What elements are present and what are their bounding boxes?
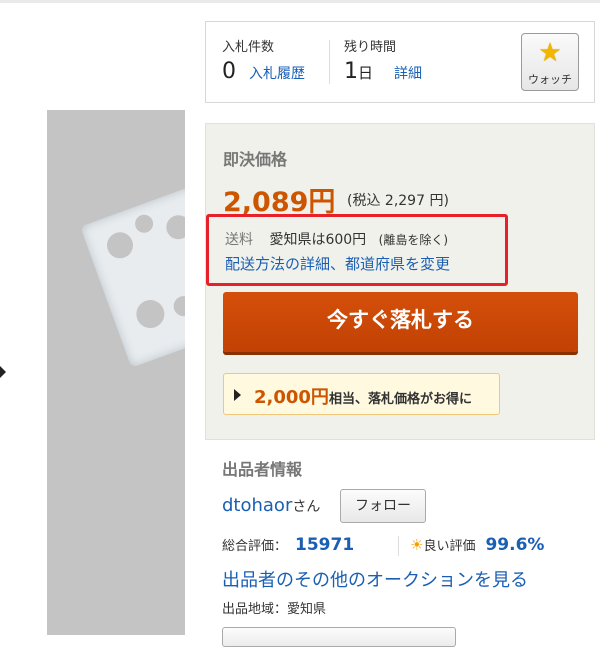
time-detail-link[interactable]: 詳細 <box>394 66 422 82</box>
time-left-unit: 日 <box>358 64 374 82</box>
caret-right-icon <box>234 389 241 401</box>
metal-plate-photo <box>80 182 185 368</box>
deal-amount: 2,000円 <box>254 387 329 408</box>
rating-divider <box>398 536 399 556</box>
seller-info-heading: 出品者情報 <box>222 460 303 479</box>
shipping-label: 送料 <box>225 232 253 248</box>
seller-name-suffix: さん <box>292 499 321 515</box>
good-rating-label: 良い評価 <box>423 539 476 554</box>
time-left-label: 残り時間 <box>344 40 397 55</box>
shipping-info: 送料 愛知県は600円 (離島を除く) <box>225 229 448 249</box>
product-image[interactable] <box>47 110 185 635</box>
image-prev-arrow-icon[interactable] <box>0 364 6 380</box>
total-rating-label: 総合評価： <box>222 539 288 554</box>
sun-icon: ☀ <box>410 536 424 554</box>
buy-now-button[interactable]: 今すぐ落札する <box>223 292 578 352</box>
shipping-method-link[interactable]: 配送方法の詳細、都道府県を変更 <box>225 253 450 274</box>
follow-button[interactable]: フォロー <box>340 489 426 523</box>
total-rating-value[interactable]: 15971 <box>295 535 354 555</box>
time-left-value: 1 <box>344 59 358 84</box>
watch-label: ウォッチ <box>528 73 572 86</box>
top-divider <box>0 0 600 3</box>
other-auctions-link[interactable]: 出品者のその他のオークションを見る <box>222 566 528 592</box>
partial-button[interactable] <box>222 627 456 647</box>
seller-name-link[interactable]: dtohaor <box>222 495 292 516</box>
good-rating: ☀良い評価 99.6% <box>410 535 544 555</box>
bid-divider <box>329 40 330 84</box>
shipping-cost: 愛知県は600円 <box>269 232 367 248</box>
shipping-note: (離島を除く) <box>378 233 449 247</box>
tax-included-price: (税込 2,297 円) <box>347 193 449 209</box>
seller-name-row: dtohaorさん <box>222 495 320 516</box>
bid-history-link[interactable]: 入札履歴 <box>249 66 305 82</box>
shipping-highlight-box: 送料 愛知県は600円 (離島を除く) 配送方法の詳細、都道府県を変更 <box>206 214 508 286</box>
buyout-price-title: 即決価格 <box>223 150 288 169</box>
deal-text: 相当、落札価格がお得に <box>328 392 472 407</box>
total-rating: 総合評価： 15971 <box>222 535 354 555</box>
good-rating-value: 99.6% <box>485 535 545 555</box>
star-icon: ★ <box>538 38 562 68</box>
bid-info-box: 入札件数 0 入札履歴 残り時間 1日 詳細 ★ ウォッチ <box>205 21 595 103</box>
watch-button[interactable]: ★ ウォッチ <box>521 33 579 91</box>
time-left-section: 残り時間 1日 詳細 <box>344 36 422 84</box>
seller-region: 出品地域：愛知県 <box>222 602 327 617</box>
price-box: 即決価格 2,089円 (税込 2,297 円) 送料 愛知県は600円 (離島… <box>205 123 595 440</box>
deal-banner[interactable]: 2,000円相当、落札価格がお得に <box>223 373 500 415</box>
bid-count-value: 0 <box>222 59 236 84</box>
bid-count-section: 入札件数 0 入札履歴 <box>222 36 305 84</box>
bid-count-label: 入札件数 <box>222 40 275 55</box>
